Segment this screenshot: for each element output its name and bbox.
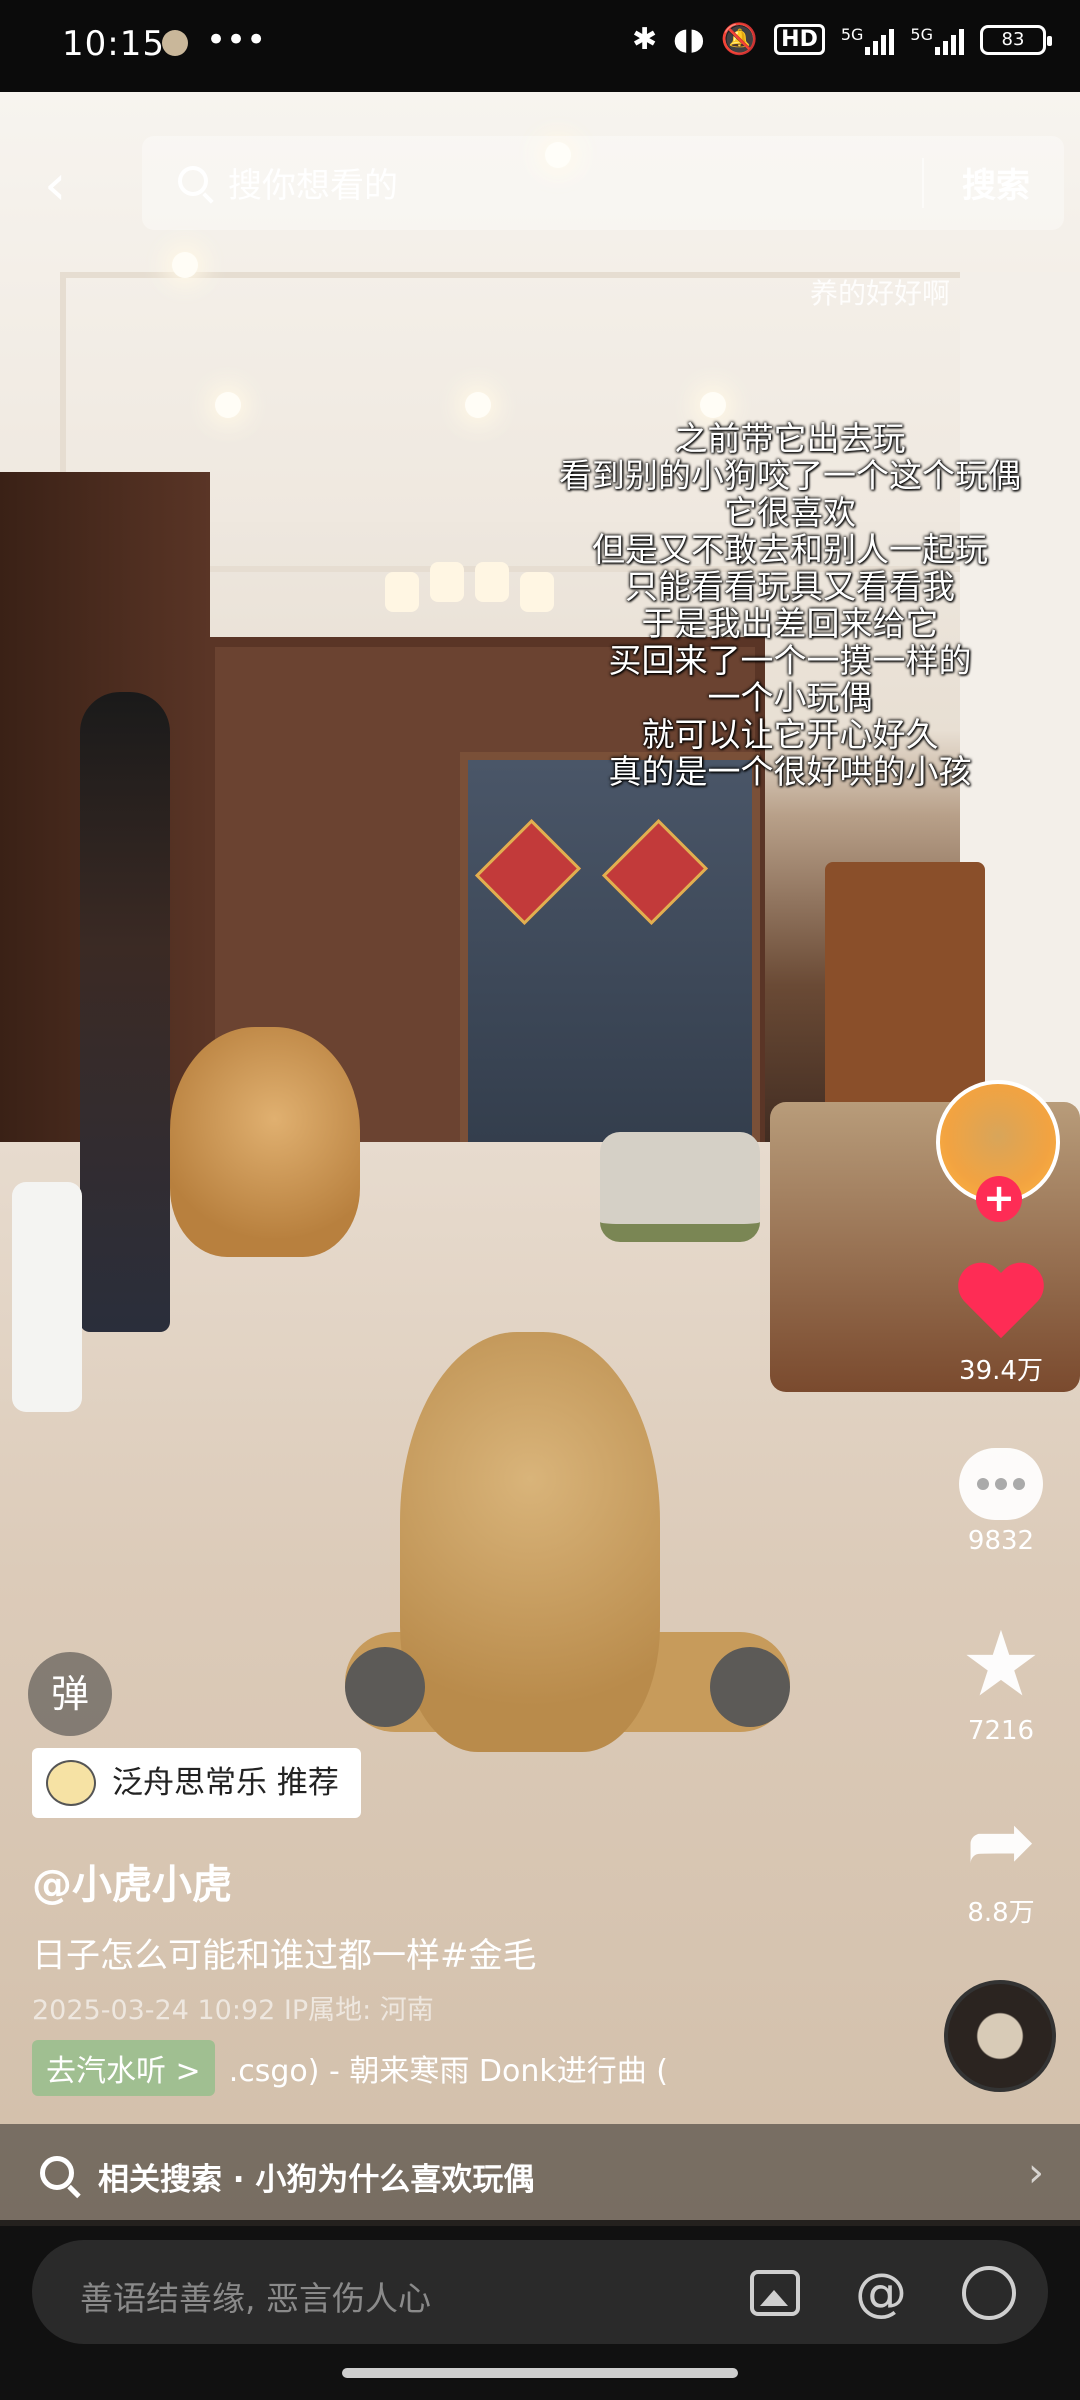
signal-2-icon: 5G — [910, 25, 964, 55]
danmu-toggle-button[interactable]: 弹 — [28, 1652, 112, 1736]
related-search-text: 相关搜索 · 小狗为什么喜欢玩偶 — [98, 2162, 535, 2198]
ceiling-light — [465, 392, 491, 418]
like-button[interactable]: 39.4万 — [936, 1264, 1066, 1387]
scene-person — [80, 692, 170, 1332]
comment-bar: 善语结善缘, 恶言伤人心 @ — [0, 2226, 1080, 2400]
status-time: 10:15 — [62, 24, 165, 64]
author-name[interactable]: @小虎小虎 — [32, 1852, 232, 1910]
video-caption: 之前带它出去玩 看到别的小狗咬了一个这个玩偶 它很喜欢 但是又不敢去和别人一起玩… — [500, 420, 1080, 790]
caption-line: 一个小玩偶 — [707, 678, 873, 717]
caption-line: 就可以让它开心好久 — [641, 715, 939, 754]
search-divider — [922, 158, 924, 208]
music-row[interactable]: 去汽水听 > .csgo) - 朝来寒雨 Donk进行曲 ( — [32, 2040, 668, 2096]
music-title: .csgo) - 朝来寒雨 Donk进行曲 ( — [228, 2054, 668, 2089]
caption-line: 只能看看玩具又看看我 — [625, 567, 955, 606]
toy-paw — [345, 1647, 425, 1727]
caption-line: 之前带它出去玩 — [674, 419, 906, 458]
toy-paw — [710, 1647, 790, 1727]
signal-1-icon: 5G — [841, 25, 895, 55]
caption-line: 于是我出差回来给它 — [641, 604, 939, 643]
video-watermark: 养的好好啊 — [809, 277, 950, 310]
video-description[interactable]: 日子怎么可能和谁过都一样#金毛 — [32, 1928, 537, 1977]
network-type-2: 5G — [910, 24, 933, 44]
favorite-count: 7216 — [967, 1716, 1035, 1746]
like-count: 39.4万 — [959, 1356, 1043, 1386]
caption-line: 真的是一个很好哄的小孩 — [608, 752, 972, 791]
follow-button[interactable]: + — [976, 1176, 1022, 1222]
image-icon[interactable] — [750, 2270, 800, 2316]
music-disc-icon[interactable] — [944, 1980, 1056, 2092]
ceiling-light — [215, 392, 241, 418]
emoji-icon[interactable] — [962, 2266, 1016, 2320]
scene-dog-bed — [600, 1132, 760, 1242]
caption-line: 看到别的小狗咬了一个这个玩偶 — [559, 456, 1021, 495]
bluetooth-icon: ✱ — [632, 22, 658, 57]
search-placeholder: 搜你想看的 — [228, 166, 398, 206]
listen-on-qishui-button[interactable]: 去汽水听 > — [32, 2040, 215, 2096]
status-icons: ✱ ◖◗ 🔕 HD 5G 5G 83 — [632, 22, 1052, 57]
ceiling-light — [700, 392, 726, 418]
chevron-right-icon: › — [1028, 2150, 1044, 2196]
top-bar: ‹ 搜你想看的 搜索 — [0, 130, 1080, 240]
search-button[interactable]: 搜索 — [962, 158, 1030, 207]
share-arrow-icon: ➦ — [965, 1792, 1037, 1890]
search-icon — [178, 166, 208, 196]
share-button[interactable]: ➦ 8.8万 — [936, 1796, 1066, 1929]
scene-purifier — [12, 1182, 82, 1412]
comment-count: 9832 — [967, 1526, 1035, 1556]
heart-icon — [958, 1264, 1044, 1344]
caption-line: 买回来了一个一摸一样的 — [608, 641, 972, 680]
battery-icon: 83 — [980, 24, 1052, 55]
comment-placeholder: 善语结善缘, 恶言伤人心 — [80, 2279, 431, 2318]
share-count: 8.8万 — [967, 1898, 1035, 1928]
comment-input[interactable]: 善语结善缘, 恶言伤人心 @ — [32, 2240, 1048, 2344]
earbuds-icon: ◖◗ — [673, 22, 705, 57]
caption-line: 它很喜欢 — [724, 493, 856, 532]
at-mention-icon[interactable]: @ — [852, 2264, 910, 2322]
network-type-1: 5G — [840, 24, 864, 44]
home-indicator[interactable] — [342, 2368, 738, 2378]
back-arrow-icon[interactable]: ‹ — [44, 156, 88, 216]
ceiling-light — [172, 252, 198, 278]
search-input[interactable]: 搜你想看的 搜索 — [142, 136, 1064, 230]
comment-button[interactable]: 9832 — [936, 1448, 1066, 1556]
star-icon: ★ — [960, 1612, 1042, 1717]
search-icon — [40, 2156, 74, 2190]
comment-bubble-icon — [959, 1448, 1043, 1520]
more-notifications-icon: ••• — [206, 20, 267, 60]
scene-plush-dog-toy — [400, 1332, 660, 1752]
app-notification-icon — [162, 30, 188, 56]
related-search-bar[interactable]: 相关搜索 · 小狗为什么喜欢玩偶 › — [0, 2124, 1080, 2226]
scene-golden-retriever — [170, 1027, 360, 1257]
hd-voice-icon: HD — [774, 24, 825, 55]
recommend-badge[interactable]: 泛舟思常乐 推荐 — [32, 1748, 361, 1818]
video-meta: 2025-03-24 10:92 IP属地: 河南 — [32, 1995, 434, 2026]
favorite-button[interactable]: ★ 7216 — [936, 1612, 1066, 1747]
mute-bell-icon: 🔕 — [720, 22, 759, 57]
status-bar: 10:15 ••• ✱ ◖◗ 🔕 HD 5G 5G 83 — [0, 0, 1080, 92]
caption-line: 但是又不敢去和别人一起玩 — [592, 530, 988, 569]
recommender-avatar-icon — [46, 1760, 96, 1806]
recommend-text: 泛舟思常乐 推荐 — [112, 1765, 339, 1801]
